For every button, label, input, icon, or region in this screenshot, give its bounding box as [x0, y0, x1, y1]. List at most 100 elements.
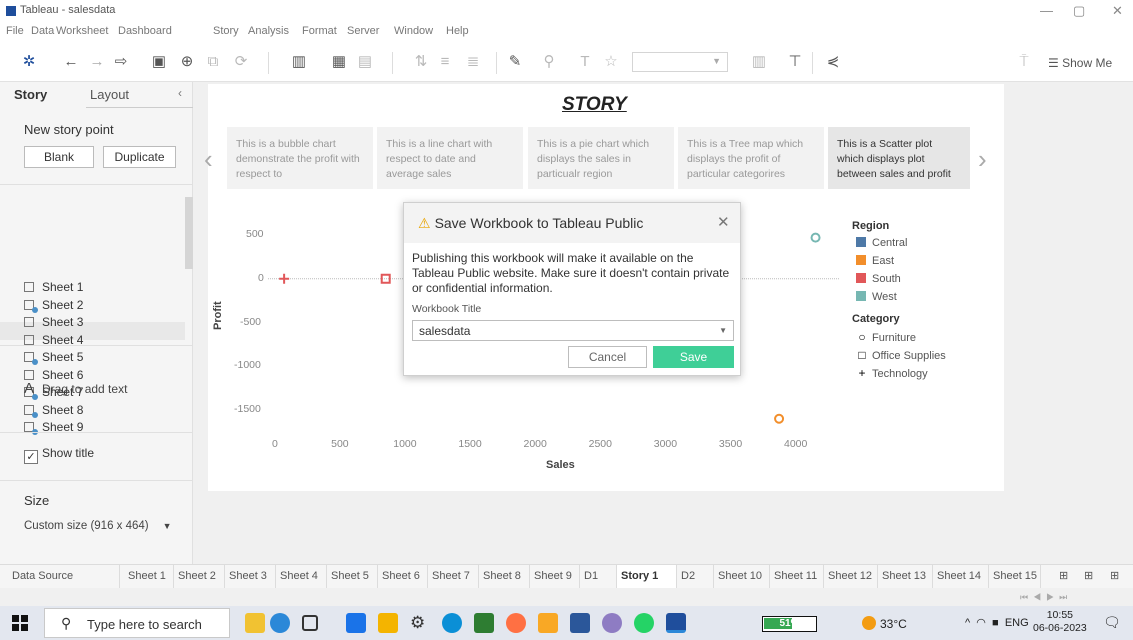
menu-data[interactable]: Data [31, 25, 54, 37]
sheet-tab[interactable]: Sheet 3 [225, 565, 276, 589]
language-indicator[interactable]: ENG [1005, 617, 1029, 629]
whatsapp-icon[interactable] [634, 613, 654, 633]
volume-icon[interactable]: ■ [992, 617, 999, 629]
chevron-up-icon[interactable]: ^ [965, 617, 970, 629]
collapse-pane-button[interactable]: ‹ [178, 86, 182, 100]
sheet-tab[interactable]: Sheet 6 [378, 565, 428, 589]
blank-button[interactable]: Blank [24, 146, 94, 168]
scatter-point[interactable] [279, 273, 290, 284]
sheet-list-scrollbar[interactable] [185, 197, 193, 269]
file-explorer-icon[interactable] [378, 613, 398, 633]
minimize-button[interactable]: — [1040, 3, 1053, 18]
story-point-5[interactable]: This is a Scatter plot which displays pl… [828, 127, 970, 189]
pin-icon[interactable]: ☆ [602, 53, 620, 71]
sheet-tab[interactable]: Sheet 14 [933, 565, 989, 589]
show-title-checkbox[interactable]: ✓ Show title [24, 446, 94, 464]
fit-dropdown[interactable]: ▼ [632, 52, 728, 72]
edge-browser-icon[interactable] [442, 613, 462, 633]
settings-gear-icon[interactable]: ⚙ [410, 613, 430, 633]
clock[interactable]: 10:55 06-06-2023 [1033, 609, 1087, 635]
menu-analysis[interactable]: Analysis [248, 25, 289, 37]
store-icon[interactable] [474, 613, 494, 633]
sheet-tab[interactable]: Sheet 4 [276, 565, 327, 589]
sheet-list-item[interactable]: Sheet 3 [24, 315, 83, 333]
tableau-home-icon[interactable]: ✲ [20, 53, 38, 71]
show-cards-icon[interactable]: ▥ [750, 53, 768, 71]
scatter-point[interactable] [810, 232, 821, 243]
tableau-taskbar-icon[interactable] [666, 613, 686, 633]
duplicate-button[interactable]: Duplicate [103, 146, 176, 168]
text-icon[interactable]: T [576, 53, 594, 71]
sheet-tab[interactable]: Sheet 8 [479, 565, 530, 589]
legend-category-item[interactable]: ○ Furniture [856, 330, 916, 344]
menu-window[interactable]: Window [394, 25, 433, 37]
widget-icon[interactable] [245, 613, 265, 633]
dialog-close-icon[interactable]: ✕ [717, 213, 730, 231]
sheet-tab[interactable]: D2 [677, 565, 714, 589]
tooltip-icon[interactable]: ⍑ [1015, 53, 1033, 71]
sort-ascending-icon[interactable]: ≡ [436, 53, 454, 71]
mail-icon[interactable] [346, 613, 366, 633]
new-sheet-tab-icon[interactable]: ⊞ [1055, 565, 1079, 589]
undo-icon[interactable]: ← [62, 53, 80, 71]
sheet-tab[interactable]: Sheet 2 [174, 565, 225, 589]
copilot-icon[interactable] [270, 613, 290, 633]
drag-to-add-text[interactable]: A Drag to add text [24, 380, 127, 397]
legend-category-item[interactable]: + Technology [856, 366, 927, 380]
legend-region-item[interactable]: South [856, 273, 901, 285]
presentation-mode-icon[interactable]: ⊤ [786, 53, 804, 71]
wifi-icon[interactable]: ◠ [976, 617, 986, 629]
sheet-tab[interactable]: Sheet 9 [530, 565, 580, 589]
new-sheet-icon[interactable]: ⊕ [178, 53, 196, 71]
group-icon[interactable]: ▦ [330, 53, 348, 71]
app-icon[interactable] [602, 613, 622, 633]
sort-descending-icon[interactable]: ≣ [464, 53, 482, 71]
new-data-source-icon[interactable]: ⇨ [112, 53, 130, 71]
tab-data-source[interactable]: Data Source [8, 565, 120, 589]
word-icon[interactable] [570, 613, 590, 633]
sheet-list-item[interactable]: Sheet 4 [24, 333, 83, 351]
sheet-tab[interactable]: Sheet 13 [878, 565, 933, 589]
sheet-tab[interactable]: Sheet 7 [428, 565, 479, 589]
duplicate-sheet-icon[interactable]: ⧉ [204, 53, 222, 71]
highlight-icon[interactable]: ✎ [506, 53, 524, 71]
story-point-4[interactable]: This is a Tree map which displays the pr… [678, 127, 824, 189]
show-labels-icon[interactable]: ▥ [290, 53, 308, 71]
workbook-title-input[interactable]: salesdata ▼ [412, 320, 734, 341]
menu-format[interactable]: Format [302, 25, 337, 37]
sheet-list-item[interactable]: Sheet 5 [24, 350, 83, 368]
tab-layout[interactable]: Layout [90, 87, 129, 102]
save-icon[interactable]: ▣ [150, 53, 168, 71]
sheet-list-item[interactable]: Sheet 2 [24, 298, 83, 316]
teams-icon[interactable] [538, 613, 558, 633]
system-tray[interactable]: ^ ◠ ■ ENG [965, 616, 1029, 629]
sheet-tab[interactable]: Sheet 15 [989, 565, 1041, 589]
scatter-point[interactable] [774, 413, 785, 424]
sheet-list-item[interactable]: Sheet 8 [24, 403, 83, 421]
sheet-list-item[interactable]: Sheet 9 [24, 420, 83, 438]
attach-icon[interactable]: ⚲ [540, 53, 558, 71]
story-title[interactable]: STORY [562, 94, 627, 116]
task-view-icon[interactable] [302, 615, 318, 631]
sheet-tab[interactable]: Story 1 [617, 565, 677, 589]
next-story-point-button[interactable]: › [978, 144, 987, 175]
sheet-tab[interactable]: D1 [580, 565, 617, 589]
notification-icon[interactable]: 🗨 [1103, 614, 1121, 631]
menu-worksheet[interactable]: Worksheet [56, 25, 108, 37]
legend-region-item[interactable]: West [856, 291, 897, 303]
sheet-tab[interactable]: Sheet 11 [770, 565, 824, 589]
menu-file[interactable]: File [6, 25, 24, 37]
windows-start-icon[interactable] [12, 615, 28, 631]
sheet-tab[interactable]: Sheet 12 [824, 565, 878, 589]
maximize-button[interactable]: ▢ [1073, 3, 1085, 19]
tab-navigation-arrows[interactable]: ⏮◀▶⏭ [1020, 592, 1072, 603]
weather-widget[interactable]: 33°C [862, 616, 907, 631]
sheet-list-item[interactable]: Sheet 1 [24, 280, 83, 298]
sheet-tab[interactable]: Sheet 5 [327, 565, 378, 589]
story-point-2[interactable]: This is a line chart with respect to dat… [377, 127, 523, 189]
save-button[interactable]: Save [653, 346, 734, 368]
menu-server[interactable]: Server [347, 25, 379, 37]
legend-category-item[interactable]: □ Office Supplies [856, 348, 945, 362]
story-point-3[interactable]: This is a pie chart which displays the s… [528, 127, 674, 189]
show-me-button[interactable]: ☰ Show Me [1048, 56, 1112, 70]
